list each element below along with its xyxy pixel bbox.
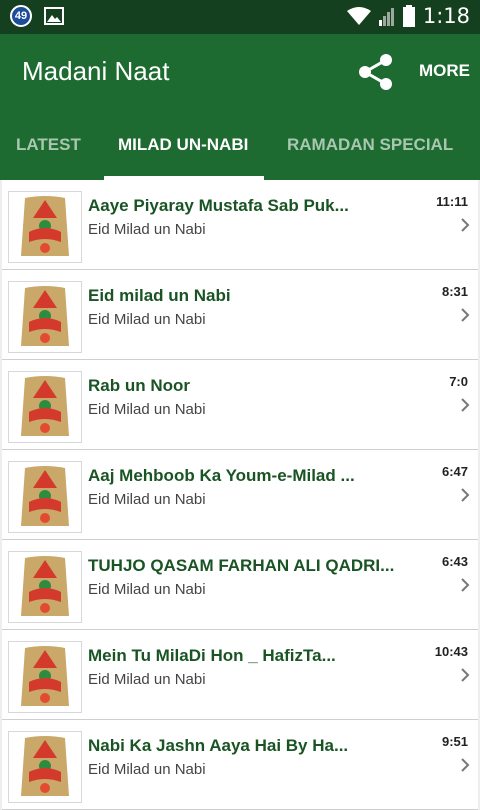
item-duration: 8:31: [441, 284, 468, 299]
naat-thumbnail: [8, 191, 82, 263]
naat-thumbnail: [8, 371, 82, 443]
item-duration: 6:43: [441, 554, 468, 569]
item-subtitle: Eid Milad un Nabi: [88, 761, 206, 778]
item-duration: 6:47: [441, 464, 468, 479]
naat-thumbnail: [8, 461, 82, 533]
item-subtitle: Eid Milad un Nabi: [88, 581, 206, 598]
item-title: Nabi Ka Jashn Aaya Hai By Ha...: [88, 736, 349, 755]
item-title: Mein Tu MilaDi Hon _ HafizTa...: [88, 646, 336, 665]
naat-thumbnail: [8, 281, 82, 353]
item-title: Aaye Piyaray Mustafa Sab Puk...: [88, 196, 349, 215]
battery-icon: [402, 5, 415, 27]
list-item[interactable]: Eid milad un Nabi Eid Milad un Nabi 8:31: [2, 270, 478, 360]
signal-icon: [378, 8, 394, 26]
app-bar: Madani Naat MORE: [0, 34, 480, 110]
tab-milad-un-nabi[interactable]: MILAD UN-NABI: [118, 135, 248, 155]
tab-bar: LATEST MILAD UN-NABI RAMADAN SPECIAL: [0, 110, 480, 180]
list-item[interactable]: TUHJO QASAM FARHAN ALI QADRI... Eid Mila…: [2, 540, 478, 630]
list-item[interactable]: Nabi Ka Jashn Aaya Hai By Ha... Eid Mila…: [2, 720, 478, 810]
chevron-right-icon: [461, 758, 470, 772]
share-icon[interactable]: [356, 52, 396, 92]
app-title: Madani Naat: [22, 56, 170, 86]
list-item[interactable]: Rab un Noor Eid Milad un Nabi 7:0: [2, 360, 478, 450]
status-bar: 49 1:18: [0, 0, 480, 34]
more-button[interactable]: MORE: [419, 61, 470, 81]
item-subtitle: Eid Milad un Nabi: [88, 671, 206, 688]
item-subtitle: Eid Milad un Nabi: [88, 491, 206, 508]
image-notification-icon: [44, 7, 64, 25]
item-subtitle: Eid Milad un Nabi: [88, 401, 206, 418]
notification-badge: 49: [10, 5, 32, 27]
item-duration: 7:0: [449, 374, 468, 389]
item-title: TUHJO QASAM FARHAN ALI QADRI...: [88, 556, 395, 575]
item-title: Rab un Noor: [88, 376, 190, 395]
chevron-right-icon: [461, 668, 470, 682]
list-item[interactable]: Aaye Piyaray Mustafa Sab Puk... Eid Mila…: [2, 180, 478, 270]
naat-thumbnail: [8, 551, 82, 623]
item-title: Aaj Mehboob Ka Youm-e-Milad ...: [88, 466, 355, 485]
clock: 1:18: [422, 4, 470, 28]
item-subtitle: Eid Milad un Nabi: [88, 221, 206, 238]
naat-thumbnail: [8, 641, 82, 713]
item-duration: 9:51: [441, 734, 468, 749]
item-duration: 11:11: [436, 194, 468, 209]
list-item[interactable]: Mein Tu MilaDi Hon _ HafizTa... Eid Mila…: [2, 630, 478, 720]
chevron-right-icon: [461, 398, 470, 412]
item-title: Eid milad un Nabi: [88, 286, 231, 305]
naat-list: Aaye Piyaray Mustafa Sab Puk... Eid Mila…: [0, 180, 480, 810]
chevron-right-icon: [461, 308, 470, 322]
chevron-right-icon: [461, 218, 470, 232]
item-duration: 10:43: [434, 644, 468, 659]
chevron-right-icon: [461, 488, 470, 502]
wifi-icon: [346, 7, 371, 25]
tab-ramadan-special[interactable]: RAMADAN SPECIAL: [287, 135, 453, 155]
chevron-right-icon: [461, 578, 470, 592]
naat-thumbnail: [8, 731, 82, 803]
list-item[interactable]: Aaj Mehboob Ka Youm-e-Milad ... Eid Mila…: [2, 450, 478, 540]
item-subtitle: Eid Milad un Nabi: [88, 311, 206, 328]
tab-latest[interactable]: LATEST: [16, 135, 81, 155]
